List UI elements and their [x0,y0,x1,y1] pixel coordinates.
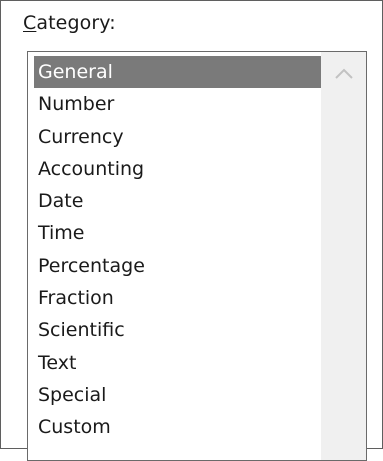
category-label-text: ategory: [36,12,116,34]
vertical-scrollbar[interactable] [321,52,366,460]
category-listbox[interactable]: General Number Currency Accounting Date … [27,51,367,461]
list-item-currency[interactable]: Currency [28,121,321,153]
scroll-up-button[interactable] [322,58,366,90]
chevron-up-icon [335,68,353,79]
list-item-accounting[interactable]: Accounting [28,153,321,185]
list-item-general[interactable]: General [34,56,324,89]
list-item-date[interactable]: Date [28,185,321,217]
list-item-time[interactable]: Time [28,217,321,249]
list-item-special[interactable]: Special [28,379,321,411]
category-items: General Number Currency Accounting Date … [28,56,324,444]
list-item-percentage[interactable]: Percentage [28,250,321,282]
list-item-custom[interactable]: Custom [28,411,321,443]
list-item-fraction[interactable]: Fraction [28,282,321,314]
category-label-mnemonic: C [23,12,37,34]
category-label: Category: [23,11,116,35]
list-item-number[interactable]: Number [28,88,321,120]
list-item-scientific[interactable]: Scientific [28,314,321,346]
list-item-text[interactable]: Text [28,347,321,379]
format-cells-panel: Category: General Number Currency Accoun… [0,0,383,461]
